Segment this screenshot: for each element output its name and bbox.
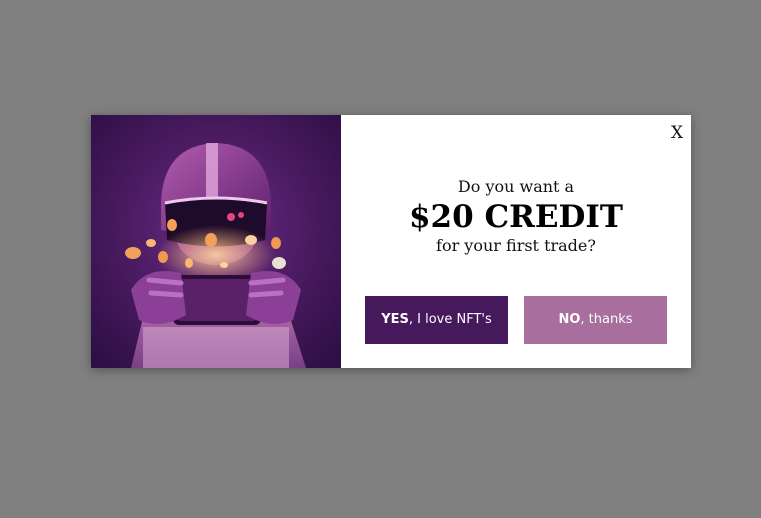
promo-popup: X Do you want a $20 CREDIT for your firs…: [91, 115, 691, 368]
decline-button-rest: , thanks: [580, 312, 633, 327]
accept-button-strong: YES: [381, 312, 409, 327]
accept-button-rest: , I love NFT's: [408, 312, 492, 327]
popup-content: Do you want a $20 CREDIT for your first …: [341, 115, 691, 368]
offer-headline: $20 CREDIT: [408, 199, 624, 235]
decline-button-strong: NO: [558, 312, 581, 327]
accept-offer-button[interactable]: YES, I love NFT's: [365, 296, 508, 344]
offer-intro-text: Do you want a: [457, 177, 575, 196]
vr-gamer-illustration: [91, 115, 341, 368]
decline-offer-button[interactable]: NO, thanks: [524, 296, 667, 344]
offer-subtext: for your first trade?: [436, 236, 596, 255]
